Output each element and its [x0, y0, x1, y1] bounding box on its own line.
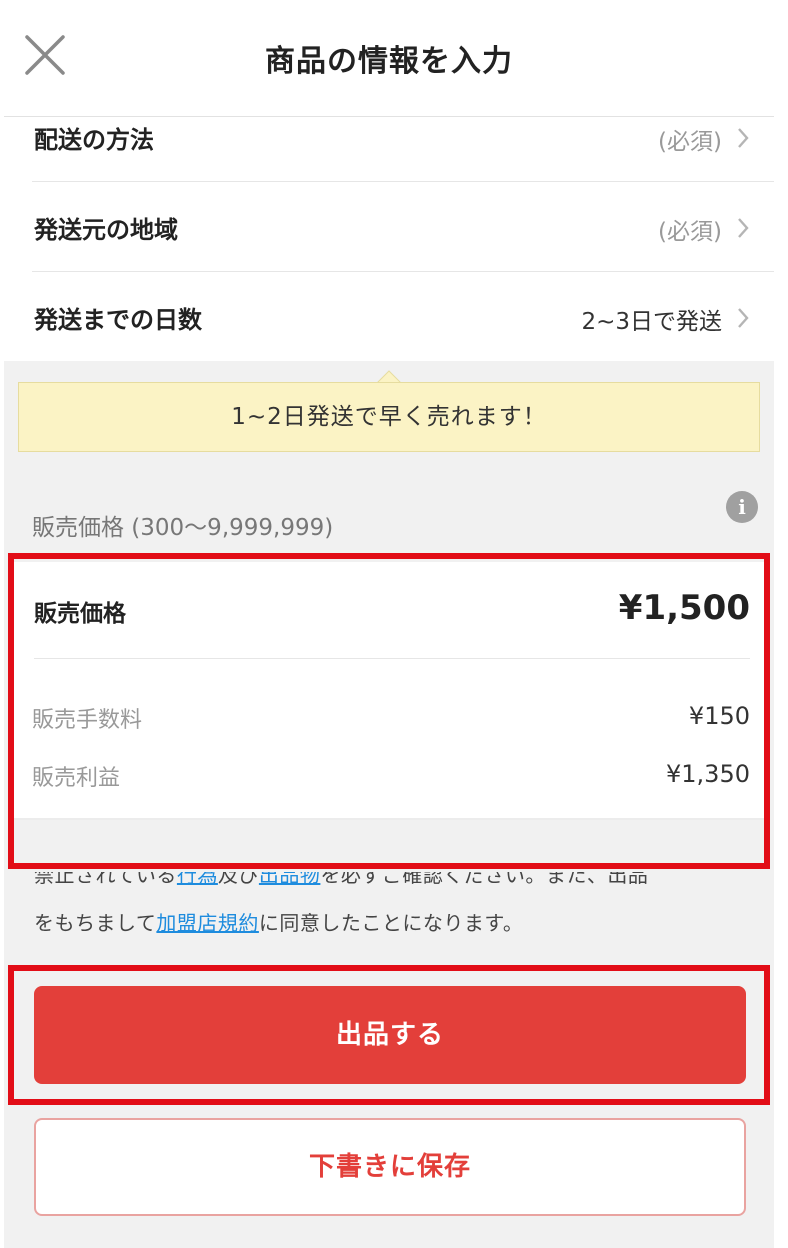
profit-label: 販売利益	[32, 766, 121, 791]
price-card: 販売価格 販売手数料 ¥150 販売利益 ¥1,350	[14, 562, 764, 820]
terms-text: をもちまして	[34, 911, 157, 935]
price-input[interactable]	[470, 586, 750, 630]
terms-text: 禁止されている	[34, 872, 177, 887]
shipping-method-row[interactable]: 配送の方法 (必須)	[32, 92, 774, 182]
shipping-method-label: 配送の方法	[34, 126, 154, 154]
days-to-ship-label: 発送までの日数	[34, 306, 202, 334]
terms-line-1: 禁止されている行為及び出品物を必ずご確認ください。また、出品	[34, 872, 754, 906]
ship-from-region-label: 発送元の地域	[34, 216, 178, 244]
ship-from-region-row[interactable]: 発送元の地域 (必須)	[32, 182, 774, 272]
price-range-label: 販売価格 (300〜9,999,999)	[32, 515, 334, 541]
days-to-ship-value: 2~3日で発送	[581, 309, 722, 335]
terms-notice: 禁止されている行為及び出品物を必ずご確認ください。また、出品 をもちまして加盟店…	[34, 872, 754, 940]
submit-listing-button[interactable]: 出品する	[34, 986, 746, 1084]
screen-edge	[774, 0, 788, 1248]
days-to-ship-row[interactable]: 発送までの日数 2~3日で発送	[32, 272, 774, 362]
shipping-tip-banner: 1~2日発送で早く売れます！	[18, 382, 760, 452]
chevron-right-icon	[738, 218, 749, 238]
listing-screen: 商品の情報を入力 配送の方法 (必須) 発送元の地域 (必須) 発送までの日数 …	[4, 0, 774, 1248]
prohibited-items-link[interactable]: 出品物	[259, 872, 321, 887]
chevron-right-icon	[738, 308, 749, 328]
terms-line-2: をもちまして加盟店規約に同意したことになります。	[34, 906, 754, 940]
merchant-terms-link[interactable]: 加盟店規約	[156, 911, 259, 935]
shipping-method-value: (必須)	[658, 129, 722, 155]
card-bottom-border	[14, 818, 764, 820]
profit-value: ¥1,350	[666, 760, 750, 788]
shipping-section: 配送の方法 (必須) 発送元の地域 (必須) 発送までの日数 2~3日で発送	[4, 117, 774, 361]
page-title: 商品の情報を入力	[265, 44, 513, 79]
terms-text: に同意したことになります。	[258, 911, 524, 935]
save-draft-button[interactable]: 下書きに保存	[34, 1118, 746, 1216]
info-icon[interactable]: i	[726, 491, 758, 523]
ship-from-region-value: (必須)	[658, 219, 722, 245]
chevron-right-icon	[738, 128, 749, 148]
price-input-row[interactable]: 販売価格	[34, 586, 750, 660]
terms-text: 及び	[217, 872, 259, 887]
price-divider	[34, 658, 750, 659]
conduct-link[interactable]: 行為	[177, 872, 218, 887]
fee-label: 販売手数料	[32, 708, 143, 733]
fee-value: ¥150	[688, 702, 750, 730]
terms-text: を必ずご確認ください。また、出品	[320, 872, 649, 887]
price-label: 販売価格	[34, 601, 126, 627]
